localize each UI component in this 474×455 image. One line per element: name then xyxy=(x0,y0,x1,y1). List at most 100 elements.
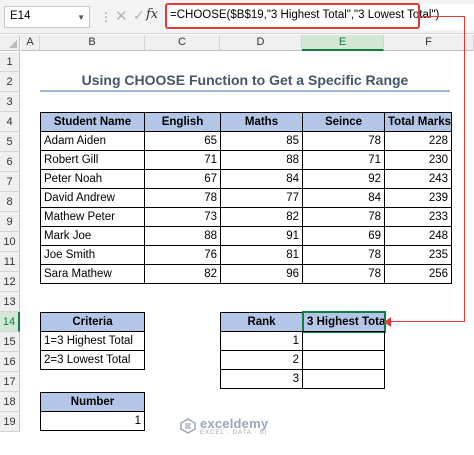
table-cell-english[interactable]: 88 xyxy=(144,226,221,246)
table-cell-maths[interactable]: 91 xyxy=(220,226,303,246)
row-header-11[interactable]: 11 xyxy=(0,252,20,272)
table-cell-name[interactable]: David Andrew xyxy=(40,188,145,208)
annotation-arrow-line xyxy=(420,16,465,17)
name-box-dropdown-icon[interactable]: ▼ xyxy=(77,13,85,22)
rank-cell[interactable]: 1 xyxy=(220,331,303,351)
table-cell-name[interactable]: Sara Mathew xyxy=(40,264,145,284)
main-header-total-marks[interactable]: Total Marks xyxy=(384,112,452,132)
table-cell-total[interactable]: 233 xyxy=(384,207,452,227)
table-cell-maths[interactable]: 85 xyxy=(220,131,303,151)
table-cell-seince[interactable]: 78 xyxy=(302,207,385,227)
main-header-english[interactable]: English xyxy=(144,112,221,132)
table-cell-seince[interactable]: 78 xyxy=(302,245,385,265)
table-cell-total[interactable]: 239 xyxy=(384,188,452,208)
row-header-3[interactable]: 3 xyxy=(0,92,20,112)
row-header-14[interactable]: 14 xyxy=(0,312,20,332)
annotation-arrowhead-icon xyxy=(384,317,391,327)
table-cell-total[interactable]: 230 xyxy=(384,150,452,170)
rank-cell[interactable]: 3 xyxy=(220,369,303,389)
table-cell-english[interactable]: 73 xyxy=(144,207,221,227)
table-cell-name[interactable]: Robert Gill xyxy=(40,150,145,170)
name-box-value: E14 xyxy=(10,10,31,22)
rank-cell[interactable]: 2 xyxy=(220,350,303,370)
column-header-a[interactable]: A xyxy=(21,35,40,51)
watermark-name: exceldemy xyxy=(200,416,269,431)
column-header-d[interactable]: D xyxy=(220,35,302,51)
table-cell-total[interactable]: 256 xyxy=(384,264,452,284)
table-cell-maths[interactable]: 77 xyxy=(220,188,303,208)
column-header-f[interactable]: F xyxy=(384,35,474,51)
table-cell-total[interactable]: 248 xyxy=(384,226,452,246)
insert-function-icon[interactable]: fx xyxy=(146,7,158,22)
table-cell-name[interactable]: Joe Smith xyxy=(40,245,145,265)
table-cell-english[interactable]: 78 xyxy=(144,188,221,208)
formula-highlight-box xyxy=(165,3,420,29)
selected-cell-e14[interactable]: 3 Highest Total xyxy=(302,311,386,333)
table-cell-seince[interactable]: 78 xyxy=(302,131,385,151)
table-cell-name[interactable]: Mark Joe xyxy=(40,226,145,246)
result-cell[interactable] xyxy=(302,331,385,351)
table-cell-english[interactable]: 76 xyxy=(144,245,221,265)
exceldemy-logo-icon xyxy=(180,418,196,434)
select-all-corner[interactable] xyxy=(0,35,20,51)
row-header-6[interactable]: 6 xyxy=(0,152,20,172)
row-header-5[interactable]: 5 xyxy=(0,132,20,152)
formula-bar: E14 ▼ ⋮ ✕ ✓ fx =CHOOSE($B$19,"3 Highest … xyxy=(0,0,474,34)
row-header-18[interactable]: 18 xyxy=(0,392,20,412)
table-cell-maths[interactable]: 88 xyxy=(220,150,303,170)
main-header-maths[interactable]: Maths xyxy=(220,112,303,132)
row-header-7[interactable]: 7 xyxy=(0,172,20,192)
main-header-student-name[interactable]: Student Name xyxy=(40,112,145,132)
table-cell-seince[interactable]: 78 xyxy=(302,264,385,284)
enter-check-icon[interactable]: ✓ xyxy=(133,7,145,24)
table-cell-seince[interactable]: 71 xyxy=(302,150,385,170)
table-cell-maths[interactable]: 84 xyxy=(220,169,303,189)
row-header-13[interactable]: 13 xyxy=(0,292,20,312)
rank-header[interactable]: Rank xyxy=(220,312,303,332)
formula-bar-separator-icon: ⋮ xyxy=(100,10,112,24)
table-cell-name[interactable]: Adam Aiden xyxy=(40,131,145,151)
row-header-17[interactable]: 17 xyxy=(0,372,20,392)
row-header-16[interactable]: 16 xyxy=(0,352,20,372)
table-cell-name[interactable]: Mathew Peter xyxy=(40,207,145,227)
row-header-12[interactable]: 12 xyxy=(0,272,20,292)
table-cell-english[interactable]: 71 xyxy=(144,150,221,170)
number-header[interactable]: Number xyxy=(40,392,145,412)
table-cell-english[interactable]: 67 xyxy=(144,169,221,189)
row-header-15[interactable]: 15 xyxy=(0,332,20,352)
row-header-10[interactable]: 10 xyxy=(0,232,20,252)
result-cell[interactable] xyxy=(302,350,385,370)
main-header-seince[interactable]: Seince xyxy=(302,112,385,132)
table-cell-seince[interactable]: 84 xyxy=(302,188,385,208)
annotation-arrow-line xyxy=(390,321,465,322)
criteria-header[interactable]: Criteria xyxy=(40,312,145,332)
column-header-c[interactable]: C xyxy=(145,35,220,51)
column-header-b[interactable]: B xyxy=(40,35,145,51)
table-cell-english[interactable]: 82 xyxy=(144,264,221,284)
table-cell-name[interactable]: Peter Noah xyxy=(40,169,145,189)
row-header-19[interactable]: 19 xyxy=(0,412,20,432)
column-header-e[interactable]: E xyxy=(302,35,384,51)
criteria-item[interactable]: 2=3 Lowest Total xyxy=(40,350,145,370)
name-box[interactable]: E14 ▼ xyxy=(4,6,90,28)
table-cell-seince[interactable]: 69 xyxy=(302,226,385,246)
row-header-8[interactable]: 8 xyxy=(0,192,20,212)
row-header-2[interactable]: 2 xyxy=(0,72,20,92)
cancel-icon[interactable]: ✕ xyxy=(115,7,128,25)
table-cell-total[interactable]: 243 xyxy=(384,169,452,189)
table-cell-total[interactable]: 228 xyxy=(384,131,452,151)
number-value-cell[interactable]: 1 xyxy=(40,411,145,431)
table-cell-maths[interactable]: 82 xyxy=(220,207,303,227)
result-cell[interactable] xyxy=(302,369,385,389)
table-cell-maths[interactable]: 96 xyxy=(220,264,303,284)
row-header-4[interactable]: 4 xyxy=(0,112,20,132)
watermark: exceldemy EXCEL · DATA · BI xyxy=(180,416,268,436)
criteria-item[interactable]: 1=3 Highest Total xyxy=(40,331,145,351)
table-cell-english[interactable]: 65 xyxy=(144,131,221,151)
row-header-9[interactable]: 9 xyxy=(0,212,20,232)
row-header-1[interactable]: 1 xyxy=(0,52,20,72)
sheet-title: Using CHOOSE Function to Get a Specific … xyxy=(40,70,450,92)
table-cell-maths[interactable]: 81 xyxy=(220,245,303,265)
table-cell-total[interactable]: 235 xyxy=(384,245,452,265)
table-cell-seince[interactable]: 92 xyxy=(302,169,385,189)
